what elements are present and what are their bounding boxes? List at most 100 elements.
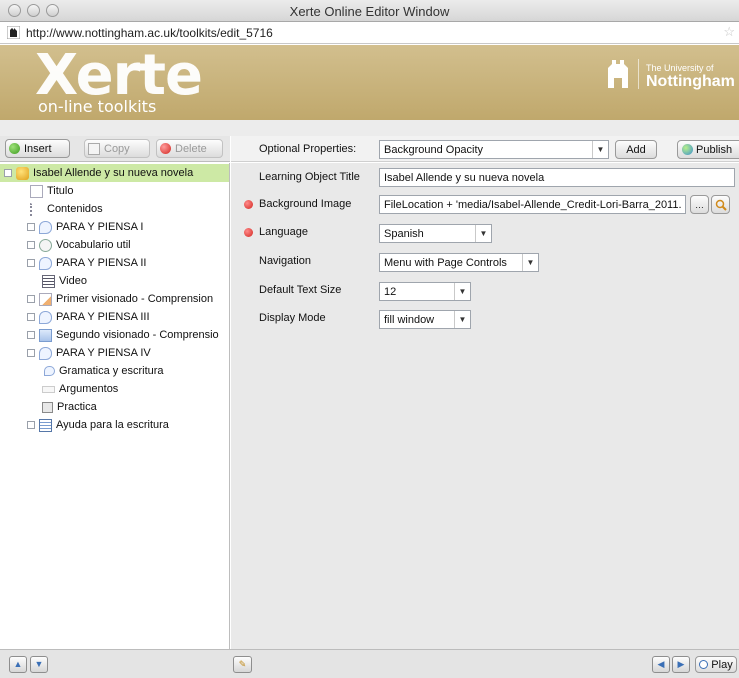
next-page-button[interactable]: ▶ [672, 656, 690, 673]
tree-item-segundo-visionado[interactable]: Segundo visionado - Comprensio [27, 326, 219, 344]
expand-toggle[interactable] [27, 331, 35, 339]
tree-item-titulo[interactable]: Titulo [30, 182, 74, 200]
tree-item-label: Ayuda para la escritura [56, 419, 169, 431]
speech-bubble-icon [44, 366, 55, 376]
expand-toggle[interactable] [27, 241, 35, 249]
tree-item-label: PARA Y PIENSA II [56, 257, 147, 269]
tree-item-para-y-piensa-3[interactable]: PARA Y PIENSA III [27, 308, 150, 326]
media-page-icon [39, 292, 52, 306]
university-crest-icon [608, 60, 628, 88]
delete-icon [160, 143, 171, 154]
insert-icon [9, 143, 20, 154]
insert-button[interactable]: Insert [5, 139, 70, 158]
university-label-big: Nottingham [646, 73, 735, 90]
default-text-size-label: Default Text Size [259, 284, 342, 296]
copy-icon [88, 142, 100, 155]
tree-item-video[interactable]: Video [42, 272, 87, 290]
expand-toggle[interactable] [27, 295, 35, 303]
dropdown-arrow-icon: ▼ [454, 311, 470, 328]
tree-item-root[interactable]: Isabel Allende y su nueva novela [0, 164, 229, 182]
university-label-small: The University of [646, 63, 714, 73]
tree-item-label: Vocabulario util [56, 239, 131, 251]
tree-item-label: Primer visionado - Comprension [56, 293, 214, 305]
preview-search-icon[interactable] [711, 195, 730, 214]
dropdown-arrow-icon: ▼ [454, 283, 470, 300]
dropdown-arrow-icon: ▼ [475, 225, 491, 242]
speech-bubble-icon [39, 256, 52, 270]
tree-item-label: Practica [57, 401, 97, 413]
play-icon [699, 660, 709, 669]
tree-item-vocabulario[interactable]: Vocabulario util [27, 236, 131, 254]
site-favicon-icon [7, 26, 20, 39]
tree-item-argumentos[interactable]: Argumentos [42, 380, 118, 398]
tree-toolbar: Insert Copy Delete [0, 136, 230, 162]
background-image-label: Background Image [259, 198, 352, 210]
tree-item-para-y-piensa-4[interactable]: PARA Y PIENSA IV [27, 344, 151, 362]
tree-item-contenidos[interactable]: Contenidos [30, 200, 103, 218]
tree-item-para-y-piensa-2[interactable]: PARA Y PIENSA II [27, 254, 147, 272]
tree-item-ayuda[interactable]: Ayuda para la escritura [27, 416, 169, 434]
speech-bubble-icon [39, 310, 52, 324]
language-select[interactable]: Spanish ▼ [379, 224, 492, 243]
film-icon [42, 274, 55, 288]
display-mode-label: Display Mode [259, 312, 326, 324]
list-icon [30, 202, 43, 216]
browse-file-button[interactable]: … [690, 195, 709, 214]
copy-button[interactable]: Copy [84, 139, 150, 158]
delete-label: Delete [175, 142, 207, 155]
xerte-logo-subtitle: on-line toolkits [38, 97, 157, 116]
tree-item-primer-visionado[interactable]: Primer visionado - Comprension [27, 290, 214, 308]
expand-toggle[interactable] [27, 313, 35, 321]
delete-button[interactable]: Delete [156, 139, 223, 158]
previous-page-button[interactable]: ◀ [652, 656, 670, 673]
move-up-button[interactable]: ▲ [9, 656, 27, 673]
optional-properties-select[interactable]: Background Opacity ▼ [379, 140, 609, 159]
tree-item-label: PARA Y PIENSA I [56, 221, 144, 233]
navigation-value: Menu with Page Controls [384, 257, 507, 269]
page-tree: Isabel Allende y su nueva novela Titulo … [0, 163, 230, 649]
speech-bubble-icon [39, 220, 52, 234]
help-icon[interactable]: ✎ [233, 656, 252, 673]
add-property-button[interactable]: Add [615, 140, 657, 159]
expand-toggle[interactable] [27, 259, 35, 267]
properties-toolbar: Optional Properties: Background Opacity … [231, 136, 739, 162]
quiz-icon [42, 401, 53, 413]
magnifier-icon [715, 199, 727, 211]
expand-toggle[interactable] [27, 349, 35, 357]
language-value: Spanish [384, 228, 424, 240]
tree-item-gramatica[interactable]: Gramatica y escritura [44, 362, 164, 380]
required-indicator-icon [244, 228, 253, 237]
text-field-icon [42, 385, 55, 393]
tree-item-label: PARA Y PIENSA IV [56, 347, 151, 359]
window-titlebar: Xerte Online Editor Window [0, 0, 739, 22]
header-banner: Xerte on-line toolkits The University of… [0, 43, 739, 120]
insert-label: Insert [24, 142, 52, 155]
expand-toggle[interactable] [27, 421, 35, 429]
publish-button[interactable]: Publish [677, 140, 739, 159]
tree-item-label: Contenidos [47, 203, 103, 215]
learning-object-title-label: Learning Object Title [259, 171, 360, 183]
expand-toggle[interactable] [27, 223, 35, 231]
bottom-toolbar: ▲ ▼ ✎ ◀ ▶ Play [0, 649, 739, 678]
banner-divider [638, 59, 639, 89]
default-text-size-select[interactable]: 12 ▼ [379, 282, 471, 301]
tree-item-practica[interactable]: Practica [42, 398, 97, 416]
move-down-button[interactable]: ▼ [30, 656, 48, 673]
optional-properties-label: Optional Properties: [259, 143, 357, 155]
expand-toggle[interactable] [4, 169, 12, 177]
learning-object-title-input[interactable]: Isabel Allende y su nueva novela [379, 168, 735, 187]
tree-item-para-y-piensa-1[interactable]: PARA Y PIENSA I [27, 218, 144, 236]
tree-item-label: Video [59, 275, 87, 287]
tree-item-label: PARA Y PIENSA III [56, 311, 150, 323]
background-image-input[interactable]: FileLocation + 'media/Isabel-Allende_Cre… [379, 195, 686, 214]
display-mode-select[interactable]: fill window ▼ [379, 310, 471, 329]
display-mode-value: fill window [384, 314, 435, 326]
required-indicator-icon [244, 200, 253, 209]
url-text[interactable]: http://www.nottingham.ac.uk/toolkits/edi… [26, 26, 273, 40]
menu-page-icon [39, 418, 52, 432]
play-button[interactable]: Play [695, 656, 737, 673]
navigation-select[interactable]: Menu with Page Controls ▼ [379, 253, 539, 272]
tree-item-label: Gramatica y escritura [59, 365, 164, 377]
banner-spacer [0, 120, 739, 136]
bookmark-star-icon[interactable]: ☆ [723, 24, 735, 40]
